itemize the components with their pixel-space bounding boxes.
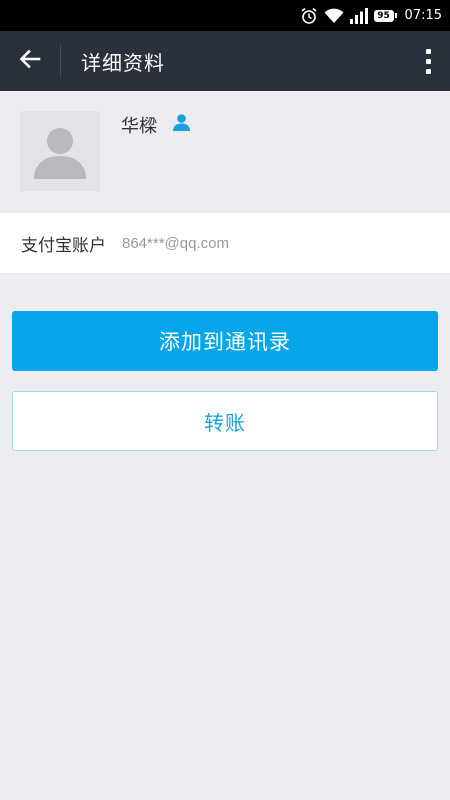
account-label: 支付宝账户 — [21, 235, 106, 256]
alipay-account-row: 支付宝账户 864***@qq.com — [0, 213, 450, 273]
status-time: 07:15 — [404, 8, 442, 23]
signal-icon — [349, 7, 368, 24]
account-value: 864***@qq.com — [122, 234, 229, 252]
more-vertical-icon — [425, 48, 431, 54]
profile-name: 华樑 — [121, 116, 157, 137]
wifi-icon — [324, 8, 344, 24]
status-bar: 95 07:15 — [0, 0, 450, 31]
battery-level: 95 — [373, 9, 394, 22]
profile-header — [0, 91, 450, 213]
app-bar: 详细资料 — [0, 31, 450, 91]
page-title: 详细资料 — [81, 50, 165, 75]
add-to-contacts-button[interactable]: 添加到通讯录 — [12, 311, 438, 371]
back-button[interactable] — [0, 31, 60, 91]
arrow-left-icon — [18, 47, 42, 75]
transfer-button[interactable]: 转账 — [12, 391, 438, 451]
battery-icon: 95 — [373, 9, 397, 22]
default-avatar-icon — [20, 128, 100, 195]
avatar[interactable] — [20, 111, 100, 191]
alarm-icon — [300, 7, 318, 25]
contact-person-icon — [172, 113, 191, 136]
more-menu-button[interactable] — [406, 31, 450, 91]
app-bar-divider — [60, 45, 61, 77]
